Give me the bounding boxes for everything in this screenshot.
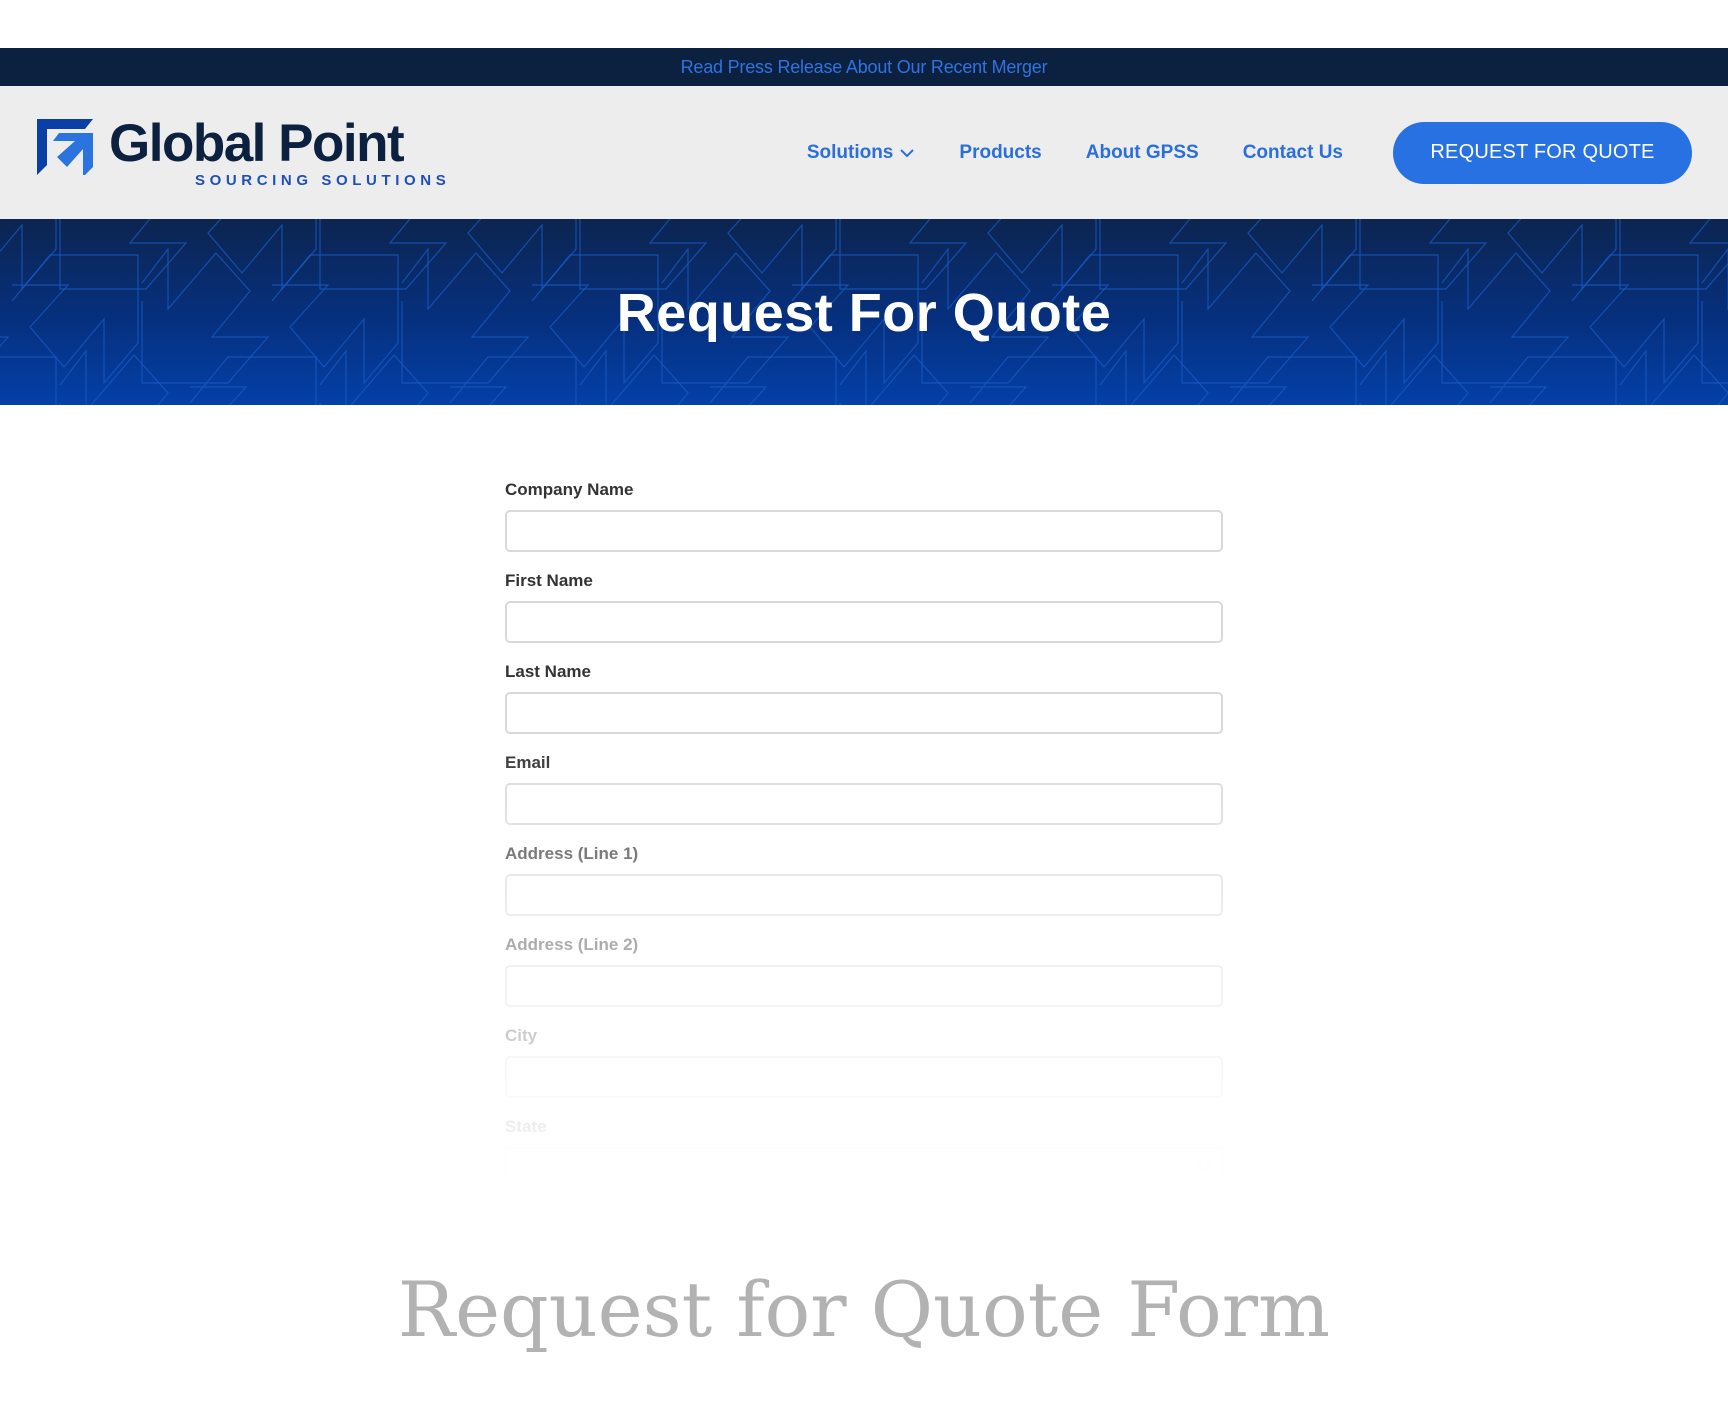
field-company-name: Company Name: [505, 480, 1223, 552]
logo[interactable]: Global Point SOURCING SOLUTIONS: [37, 113, 451, 189]
nav-contact[interactable]: Contact Us: [1243, 142, 1343, 164]
state-label: State: [505, 1117, 547, 1136]
company-name-label: Company Name: [505, 480, 634, 499]
city-label: City: [505, 1026, 538, 1045]
first-name-input[interactable]: [505, 601, 1223, 643]
nav-about[interactable]: About GPSS: [1086, 142, 1199, 164]
state-select-box[interactable]: [505, 1147, 1223, 1189]
logo-name: Global Point: [109, 113, 405, 173]
city-input[interactable]: [505, 1056, 1223, 1098]
nav-solutions-label: Solutions: [806, 141, 894, 163]
first-name-label: First Name: [505, 571, 593, 590]
address-line-2-input[interactable]: [505, 965, 1223, 1007]
main-nav: Solutions Products About GPSS Contact Us…: [807, 121, 1692, 184]
logo-arrow-icon: [37, 118, 93, 175]
image-caption: Request for Quote Form: [397, 1265, 1331, 1354]
field-city: City: [505, 1026, 1223, 1098]
email-input[interactable]: [505, 783, 1223, 825]
hero-banner: Request For Quote: [0, 219, 1728, 405]
field-email: Email: [505, 753, 1223, 825]
request-quote-button[interactable]: REQUEST FOR QUOTE: [1393, 121, 1692, 184]
pattern-row-3: [0, 350, 1728, 405]
logo-tagline: SOURCING SOLUTIONS: [195, 171, 451, 189]
field-last-name: Last Name: [505, 662, 1223, 734]
address-line-2-label: Address (Line 2): [505, 935, 639, 954]
address-line-1-label: Address (Line 1): [505, 844, 639, 863]
last-name-label: Last Name: [505, 662, 591, 681]
email-label: Email: [505, 753, 551, 772]
chevron-down-icon: [900, 148, 915, 157]
top-whitespace: [0, 0, 1728, 48]
nav-products[interactable]: Products: [959, 142, 1041, 164]
site-header: Global Point SOURCING SOLUTIONS Solution…: [0, 86, 1728, 219]
chevron-down-icon: [1197, 1163, 1211, 1172]
field-address-line-1: Address (Line 1): [505, 844, 1223, 916]
company-name-input[interactable]: [505, 510, 1223, 552]
quote-form: Company Name First Name Last Name Email …: [505, 480, 1223, 1190]
field-address-line-2: Address (Line 2): [505, 935, 1223, 1007]
announcement-bar: Read Press Release About Our Recent Merg…: [0, 48, 1728, 86]
pattern-row-1: [0, 219, 1728, 290]
address-line-1-input[interactable]: [505, 874, 1223, 916]
field-first-name: First Name: [505, 571, 1223, 643]
nav-solutions[interactable]: Solutions: [807, 142, 916, 164]
state-select[interactable]: [505, 1147, 1223, 1189]
press-release-link[interactable]: Read Press Release About Our Recent Merg…: [681, 57, 1048, 78]
last-name-input[interactable]: [505, 692, 1223, 734]
field-state: State: [505, 1117, 1223, 1189]
page-title: Request For Quote: [616, 283, 1112, 343]
